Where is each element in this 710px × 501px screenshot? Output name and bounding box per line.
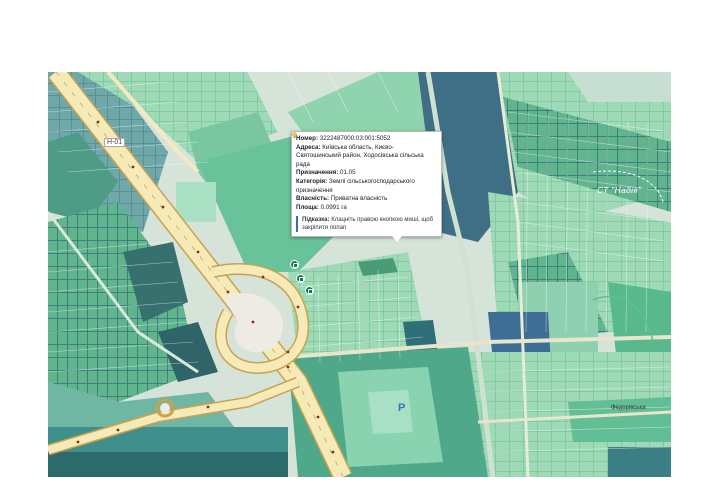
- popup-ownership-row: Власність: Приватна власність: [296, 195, 437, 204]
- popup-area-row: Площа: 0.0991 га: [296, 204, 437, 213]
- popup-number-label: Номер:: [296, 135, 319, 142]
- popup-category-row: Категорія: Землі сільськогосподарського …: [296, 178, 437, 195]
- pushpin-icon[interactable]: [290, 260, 299, 269]
- popup-address-label: Адреса:: [296, 143, 321, 151]
- popup-hint: Підказка: Клацніть правою кнопкою миші, …: [292, 132, 437, 233]
- settlement-label: СТ "Надія": [597, 185, 642, 195]
- popup-number-value: 3222487000:03:001:5052: [319, 135, 391, 142]
- popup-ownership-label: Власність:: [296, 195, 330, 203]
- parcel-info-popup[interactable]: Номер: 3222487000:03:001:5052 Адреса: Ки…: [291, 131, 442, 243]
- popup-category-label: Категорія:: [296, 177, 328, 185]
- popup-area-value: 0.0991 га: [320, 203, 347, 211]
- lightbulb-icon: [292, 132, 297, 138]
- popup-ownership-value: Приватна власність: [330, 195, 388, 203]
- parking-label: P: [398, 402, 406, 414]
- popup-number-row: Номер: 3222487000:03:001:5052: [296, 135, 437, 144]
- pushpin-icon[interactable]: [296, 274, 305, 283]
- street-label: Федорівська: [611, 405, 646, 411]
- highway-label: Н-01: [104, 138, 126, 147]
- popup-address-row: Адреса: Київська область, Києво-Святошин…: [296, 144, 437, 170]
- popup-purpose-label: Призначення:: [296, 169, 339, 177]
- pushpin-icon[interactable]: [305, 286, 314, 295]
- popup-hint-label: Підказка:: [302, 217, 330, 224]
- cadastral-map[interactable]: Н-01 СТ "Надія" Федорівська P Номер: 322…: [48, 72, 671, 477]
- parcel-strip-south-dark: [48, 452, 288, 477]
- popup-purpose-row: Призначення: 01.05: [296, 169, 437, 178]
- popup-area-label: Площа:: [296, 203, 319, 211]
- popup-purpose-value: 01.05: [340, 169, 356, 177]
